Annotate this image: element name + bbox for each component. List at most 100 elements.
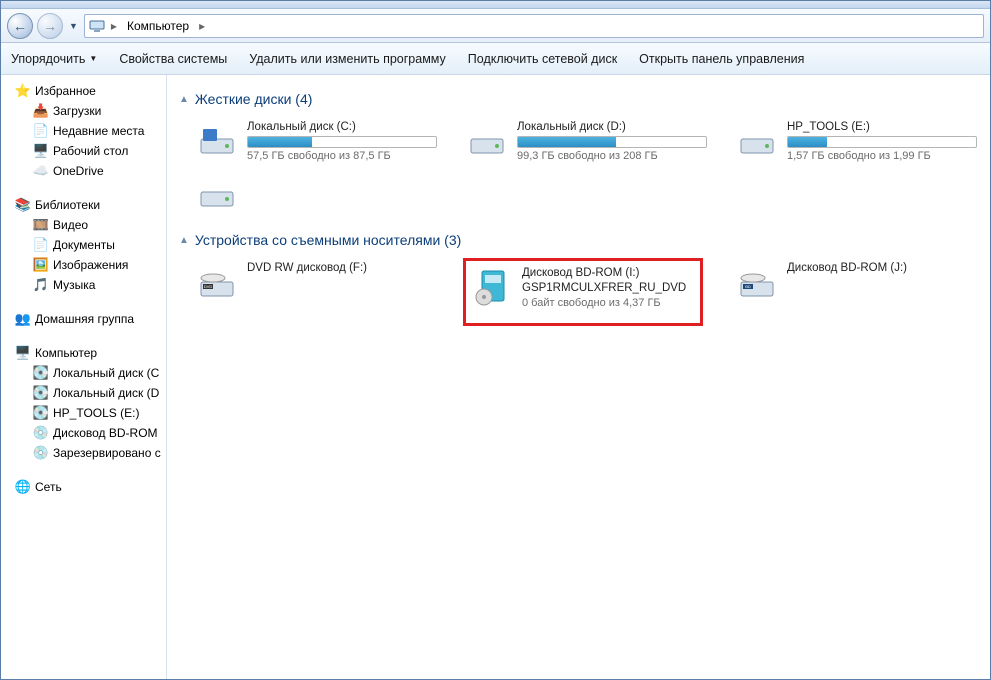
toolbar-label: Открыть панель управления [639,52,804,66]
downloads-icon: 📥 [33,103,49,119]
sidebar-item-drive-c[interactable]: 💽 Локальный диск (C [1,363,166,383]
section-removable[interactable]: ▲ Устройства со съемными носителями (3) [179,232,978,248]
drive-c[interactable]: Локальный диск (C:) 57,5 ГБ свободно из … [193,117,433,166]
breadcrumb-sep: ▸ [197,19,207,33]
sidebar-item-pictures[interactable]: 🖼️Изображения [1,255,166,275]
sidebar-item-music[interactable]: 🎵Музыка [1,275,166,295]
hdd-icon: 💽 [33,365,49,381]
removable-list: DVD DVD RW дисковод (F:) Дисковод BD-ROM… [179,258,978,326]
hdd-icon [467,121,507,161]
forward-button[interactable]: → [37,13,63,39]
bd-box-icon [472,267,512,307]
tree-label: Сеть [35,480,62,494]
drive-status: 57,5 ГБ свободно из 87,5 ГБ [247,150,437,162]
hdd-icon [197,121,237,161]
drive-name: DVD RW дисковод (F:) [247,262,429,274]
drive-name: HP_TOOLS (E:) [787,121,977,133]
drive-name: Дисковод BD-ROM (J:) [787,262,969,274]
desktop-icon: 🖥️ [33,143,49,159]
homegroup-icon: 👥 [15,311,31,327]
recent-icon: 📄 [33,123,49,139]
tree-group-libraries: 📚 Библиотеки 🎞️Видео 📄Документы 🖼️Изобра… [1,195,166,295]
capacity-bar-fill [248,137,312,147]
sidebar-item-video[interactable]: 🎞️Видео [1,215,166,235]
tree-label: Рабочий стол [53,144,128,158]
tree-group-network: 🌐 Сеть [1,477,166,497]
system-properties-button[interactable]: Свойства системы [119,52,227,66]
bd-icon: 💿 [33,445,49,461]
tree-label: Зарезервировано с [53,446,161,460]
section-label: Устройства со съемными носителями (3) [195,232,461,248]
toolbar: Упорядочить ▼ Свойства системы Удалить ил… [1,43,990,75]
map-network-drive-button[interactable]: Подключить сетевой диск [468,52,617,66]
drive-volume-label: GSP1RMCULXFRER_RU_DVD [522,282,694,294]
drive-bd-j[interactable]: BD Дисковод BD-ROM (J:) [733,258,973,326]
organize-button[interactable]: Упорядочить ▼ [11,52,97,66]
star-icon: ⭐ [15,83,31,99]
sidebar-item-bd-rom[interactable]: 💿 Дисковод BD-ROM [1,423,166,443]
drive-extra[interactable] [193,170,233,218]
sidebar-item-drive-d[interactable]: 💽 Локальный диск (D [1,383,166,403]
section-label: Жесткие диски (4) [195,91,313,107]
sidebar-item-drive-e[interactable]: 💽HP_TOOLS (E:) [1,403,166,423]
sidebar-item-desktop[interactable]: 🖥️ Рабочий стол [1,141,166,161]
drive-d[interactable]: Локальный диск (D:) 99,3 ГБ свободно из … [463,117,703,166]
drive-e[interactable]: HP_TOOLS (E:) 1,57 ГБ свободно из 1,99 Г… [733,117,973,166]
music-icon: 🎵 [33,277,49,293]
drive-name: Дисковод BD-ROM (I:) [522,267,694,279]
tree-label: Локальный диск (D [53,386,159,400]
hdd-icon: 💽 [33,405,49,421]
network-header[interactable]: 🌐 Сеть [1,477,166,497]
body: ⭐ Избранное 📥 Загрузки 📄Недавние места 🖥️… [1,75,990,679]
drive-status: 0 байт свободно из 4,37 ГБ [522,297,694,309]
hdd-icon: 💽 [33,385,49,401]
address-bar[interactable]: ▸ Компьютер ▸ [84,14,984,38]
sidebar: ⭐ Избранное 📥 Загрузки 📄Недавние места 🖥️… [1,75,167,679]
tree-label: Локальный диск (C [53,366,159,380]
hdd-icon [197,174,237,214]
tree-label: Загрузки [53,104,101,118]
drive-body: Дисковод BD-ROM (I:) GSP1RMCULXFRER_RU_D… [522,267,694,309]
capacity-bar [787,136,977,148]
drive-body: DVD RW дисковод (F:) [247,262,429,277]
back-button[interactable]: ← [7,13,33,39]
video-icon: 🎞️ [33,217,49,233]
bd-icon: 💿 [33,425,49,441]
drive-bd-i[interactable]: Дисковод BD-ROM (I:) GSP1RMCULXFRER_RU_D… [463,258,703,326]
collapse-icon: ▲ [179,235,189,246]
tree-label: OneDrive [53,164,104,178]
svg-text:DVD: DVD [204,284,213,289]
drive-body: Дисковод BD-ROM (J:) [787,262,969,277]
tree-label: Избранное [35,84,96,98]
tree-label: Библиотеки [35,198,100,212]
drive-name: Локальный диск (C:) [247,121,437,133]
homegroup-header[interactable]: 👥 Домашняя группа [1,309,166,329]
tree-label: Дисковод BD-ROM [53,426,158,440]
uninstall-program-button[interactable]: Удалить или изменить программу [249,52,446,66]
network-icon: 🌐 [15,479,31,495]
sidebar-item-downloads[interactable]: 📥 Загрузки [1,101,166,121]
documents-icon: 📄 [33,237,49,253]
libraries-header[interactable]: 📚 Библиотеки [1,195,166,215]
favorites-header[interactable]: ⭐ Избранное [1,81,166,101]
drive-dvd-f[interactable]: DVD DVD RW дисковод (F:) [193,258,433,326]
drive-name: Локальный диск (D:) [517,121,707,133]
computer-header[interactable]: 🖥️ Компьютер [1,343,166,363]
history-dropdown[interactable]: ▼ [67,21,80,31]
sidebar-item-onedrive[interactable]: ☁️OneDrive [1,161,166,181]
section-hard-drives[interactable]: ▲ Жесткие диски (4) [179,91,978,107]
chevron-down-icon: ▼ [89,54,97,63]
tree-label: Компьютер [35,346,97,360]
dvd-drive-icon: DVD [197,262,237,302]
pictures-icon: 🖼️ [33,257,49,273]
arrow-left-icon: ← [13,18,27,34]
hdd-list: Локальный диск (C:) 57,5 ГБ свободно из … [179,117,978,218]
sidebar-item-documents[interactable]: 📄Документы [1,235,166,255]
open-control-panel-button[interactable]: Открыть панель управления [639,52,804,66]
capacity-bar-fill [788,137,827,147]
breadcrumb-item[interactable]: Компьютер [123,17,193,35]
toolbar-label: Упорядочить [11,52,85,66]
toolbar-label: Свойства системы [119,52,227,66]
sidebar-item-reserved[interactable]: 💿 Зарезервировано с [1,443,166,463]
sidebar-item-recent[interactable]: 📄Недавние места [1,121,166,141]
